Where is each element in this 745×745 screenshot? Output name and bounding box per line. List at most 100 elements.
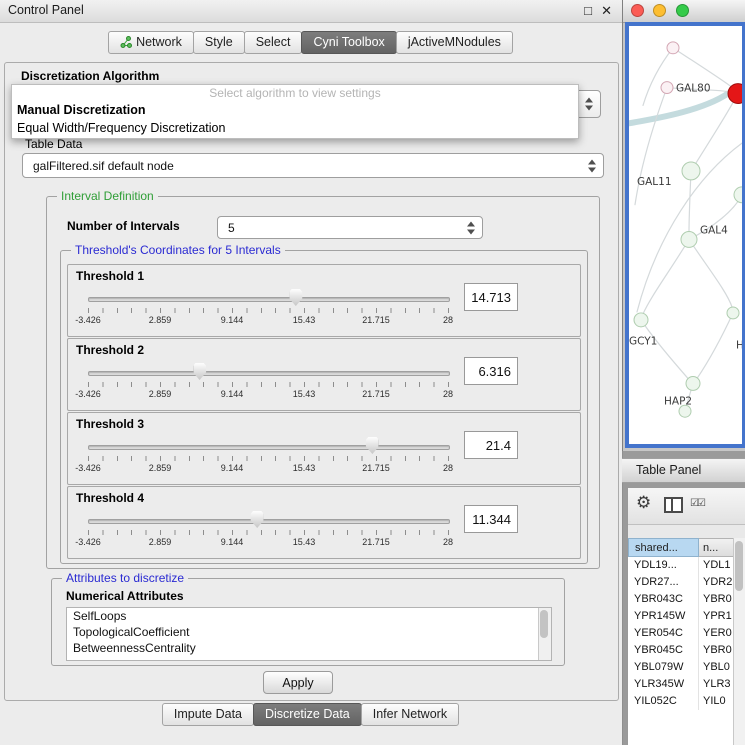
- column-header-name[interactable]: n...: [699, 538, 734, 557]
- list-scrollbar[interactable]: [538, 608, 551, 660]
- network-canvas[interactable]: GAL80GAL11GAL4GCY1HAP2H: [625, 22, 745, 448]
- slider-thumb[interactable]: [193, 363, 206, 380]
- table-row[interactable]: YBR043CYBR0: [628, 591, 734, 608]
- stepper-icon: [588, 159, 597, 172]
- numerical-attributes-label: Numerical Attributes: [66, 589, 184, 603]
- slider-track[interactable]: [88, 297, 450, 302]
- column-header-shared-name[interactable]: shared...: [628, 538, 699, 557]
- tab-style[interactable]: Style: [193, 31, 245, 54]
- list-scrollbar-thumb[interactable]: [540, 610, 548, 638]
- slider-ticks: [88, 382, 449, 387]
- tab-label: Style: [205, 35, 233, 49]
- popup-item-manual-discretization[interactable]: Manual Discretization: [12, 101, 578, 119]
- tab-discretize-data[interactable]: Discretize Data: [253, 703, 362, 726]
- close-traffic-light[interactable]: [631, 4, 644, 17]
- tab-cyni-toolbox[interactable]: Cyni Toolbox: [301, 31, 396, 54]
- threshold-panel: Threshold 1 -3.426 2.859 9.144 15.43 21.…: [67, 264, 581, 337]
- tick-label: -3.426: [75, 315, 101, 325]
- tick-label: 21.715: [362, 389, 390, 399]
- stepper-icon: [585, 98, 594, 111]
- tick-label: 2.859: [149, 315, 172, 325]
- threshold-label: Threshold 3: [76, 417, 144, 431]
- table-scrollbar[interactable]: [733, 538, 745, 745]
- table-data-combo[interactable]: galFiltered.sif default node: [22, 153, 604, 178]
- list-item[interactable]: SelfLoops: [67, 608, 551, 624]
- tick-label: 28: [443, 315, 453, 325]
- list-item[interactable]: BetweennessCentrality: [67, 640, 551, 656]
- gear-icon[interactable]: ⚙: [636, 493, 651, 513]
- table-header-row: shared... n...: [628, 538, 734, 557]
- tab-select[interactable]: Select: [244, 31, 303, 54]
- threshold-value-input[interactable]: [464, 283, 518, 311]
- table-row[interactable]: YPR145WYPR1: [628, 608, 734, 625]
- numerical-attributes-list[interactable]: SelfLoops TopologicalCoefficient Between…: [66, 607, 552, 661]
- tab-label: Infer Network: [373, 707, 447, 721]
- tab-jactivemnodules[interactable]: jActiveMNodules: [396, 31, 513, 54]
- tick-label: 28: [443, 389, 453, 399]
- popup-prompt: Select algorithm to view settings: [12, 85, 578, 101]
- number-of-intervals-label: Number of Intervals: [67, 219, 180, 233]
- slider-thumb[interactable]: [366, 437, 379, 454]
- slider-track[interactable]: [88, 445, 450, 450]
- zoom-traffic-light[interactable]: [676, 4, 689, 17]
- table-row[interactable]: YER054CYER0: [628, 625, 734, 642]
- threshold-coordinates-group: Threshold's Coordinates for 5 Intervals …: [60, 250, 588, 564]
- tick-label: -3.426: [75, 389, 101, 399]
- table-row[interactable]: YIL052CYIL0: [628, 693, 734, 710]
- tick-label: 9.144: [221, 315, 244, 325]
- list-item[interactable]: TopologicalCoefficient: [67, 624, 551, 640]
- control-panel: Control Panel □ ✕ Network Style Select C…: [0, 0, 623, 745]
- tab-infer-network[interactable]: Infer Network: [361, 703, 459, 726]
- slider-ticks: [88, 456, 449, 461]
- slider-track[interactable]: [88, 371, 450, 376]
- algorithm-popup: Select algorithm to view settings Manual…: [11, 84, 579, 139]
- table-data-label: Table Data: [25, 137, 82, 151]
- number-of-intervals-combo[interactable]: 5: [217, 216, 483, 239]
- slider-scale: -3.426 2.859 9.144 15.43 21.715 28: [88, 389, 448, 400]
- tab-impute-data[interactable]: Impute Data: [162, 703, 254, 726]
- svg-text:GCY1: GCY1: [629, 336, 657, 348]
- group-title: Attributes to discretize: [62, 571, 188, 585]
- threshold-value-input[interactable]: [464, 431, 518, 459]
- threshold-value-input[interactable]: [464, 505, 518, 533]
- table-panel-title: Table Panel: [636, 463, 701, 477]
- close-icon[interactable]: ✕: [601, 3, 612, 19]
- tab-network[interactable]: Network: [108, 31, 194, 54]
- table-panel-header: Table Panel: [622, 458, 745, 483]
- panel-title: Control Panel: [8, 3, 84, 17]
- tab-label: Cyni Toolbox: [313, 35, 384, 49]
- tick-label: 28: [443, 463, 453, 473]
- table-body: YDL19...YDL1 YDR27...YDR2 YBR043CYBR0 YP…: [628, 557, 734, 745]
- table-row[interactable]: YDL19...YDL1: [628, 557, 734, 574]
- table-row[interactable]: YBR045CYBR0: [628, 642, 734, 659]
- slider-thumb[interactable]: [289, 289, 302, 306]
- threshold-slider[interactable]: -3.426 2.859 9.144 15.43 21.715 28: [88, 511, 448, 555]
- float-window-icon[interactable]: □: [584, 3, 592, 18]
- threshold-slider[interactable]: -3.426 2.859 9.144 15.43 21.715 28: [88, 289, 448, 333]
- slider-track[interactable]: [88, 519, 450, 524]
- threshold-slider[interactable]: -3.426 2.859 9.144 15.43 21.715 28: [88, 437, 448, 481]
- slider-thumb[interactable]: [251, 511, 264, 528]
- tick-label: 21.715: [362, 537, 390, 547]
- stepper-icon: [467, 221, 476, 234]
- table-scrollbar-thumb[interactable]: [735, 541, 743, 591]
- threshold-label: Threshold 4: [76, 491, 144, 505]
- interval-definition-group: Interval Definition Number of Intervals …: [46, 196, 600, 569]
- threshold-slider[interactable]: -3.426 2.859 9.144 15.43 21.715 28: [88, 363, 448, 407]
- tick-label: 15.43: [293, 315, 316, 325]
- combo-value: 5: [228, 221, 235, 235]
- minimize-traffic-light[interactable]: [653, 4, 666, 17]
- threshold-value-input[interactable]: [464, 357, 518, 385]
- threshold-label: Threshold 1: [76, 269, 144, 283]
- threshold-panel: Threshold 2 -3.426 2.859 9.144 15.43 21.…: [67, 338, 581, 411]
- group-title: Interval Definition: [57, 189, 158, 203]
- apply-button[interactable]: Apply: [263, 671, 333, 694]
- table-row[interactable]: YBL079WYBL0: [628, 659, 734, 676]
- threshold-label: Threshold 2: [76, 343, 144, 357]
- select-columns-icon[interactable]: ☑☑: [690, 498, 704, 509]
- popup-item-equal-width[interactable]: Equal Width/Frequency Discretization: [12, 119, 578, 137]
- table-row[interactable]: YLR345WYLR3: [628, 676, 734, 693]
- table-row[interactable]: YDR27...YDR2: [628, 574, 734, 591]
- columns-icon[interactable]: [664, 497, 683, 513]
- slider-scale: -3.426 2.859 9.144 15.43 21.715 28: [88, 537, 448, 548]
